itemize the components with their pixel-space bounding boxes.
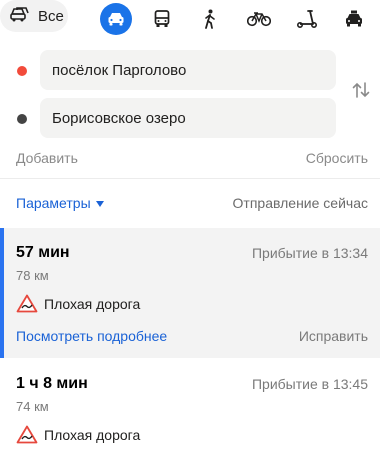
road-warning-label: Плохая дорога — [44, 426, 141, 443]
mode-bike-button[interactable] — [243, 3, 275, 35]
origin-marker-icon — [17, 66, 27, 76]
road-warning: Плохая дорога — [16, 294, 140, 313]
report-fix-button[interactable]: Исправить — [299, 328, 368, 344]
mode-all-label: Все — [38, 7, 64, 25]
caret-down-icon — [95, 200, 104, 207]
route-duration: 1 ч 8 мин — [16, 375, 88, 392]
route-arrival-time: Прибытие в 13:34 — [251, 245, 368, 261]
bad-road-warning-icon — [16, 294, 38, 313]
road-warning: Плохая дорога — [16, 425, 140, 444]
bike-icon — [247, 11, 271, 27]
destination-marker-icon — [17, 114, 27, 124]
route-distance: 74 км — [16, 399, 49, 414]
mode-all-button[interactable]: Все — [0, 0, 68, 32]
view-details-link[interactable]: Посмотреть подробнее — [16, 328, 167, 344]
route-card-selected[interactable]: 57 мин Прибытие в 13:34 78 км Плохая дор… — [0, 228, 380, 358]
route-arrival-time: Прибытие в 13:45 — [251, 376, 368, 392]
bus-icon — [154, 10, 170, 28]
route-distance: 78 км — [16, 268, 49, 283]
scooter-icon — [296, 9, 318, 29]
swap-arrows-icon — [349, 82, 373, 106]
transport-mode-bar: Все — [0, 0, 380, 40]
divider — [0, 178, 380, 179]
route-duration: 57 мин — [16, 244, 70, 261]
car-multi-icon — [9, 5, 31, 28]
mode-car-button[interactable] — [100, 3, 132, 35]
mode-bus-button[interactable] — [146, 3, 178, 35]
road-warning-label: Плохая дорога — [44, 295, 141, 312]
swap-route-button[interactable] — [349, 78, 373, 102]
route-parameters-label: Параметры — [16, 195, 91, 211]
taxi-icon — [344, 10, 364, 28]
walk-icon — [203, 9, 217, 29]
selected-route-indicator — [0, 228, 4, 358]
mode-walk-button[interactable] — [194, 3, 226, 35]
car-icon — [107, 11, 125, 27]
departure-time-button[interactable]: Отправление сейчас — [233, 195, 368, 211]
add-waypoint-button[interactable]: Добавить — [16, 150, 78, 166]
destination-input[interactable]: Борисовское озеро — [40, 98, 336, 138]
mode-scooter-button[interactable] — [291, 3, 323, 35]
route-card[interactable]: 1 ч 8 мин Прибытие в 13:45 74 км Плохая … — [0, 359, 380, 462]
route-parameters-button[interactable]: Параметры — [16, 195, 104, 211]
bad-road-warning-icon — [16, 425, 38, 444]
mode-taxi-button[interactable] — [338, 3, 370, 35]
origin-input[interactable]: посёлок Парголово — [40, 50, 336, 90]
reset-route-button[interactable]: Сбросить — [306, 150, 368, 166]
